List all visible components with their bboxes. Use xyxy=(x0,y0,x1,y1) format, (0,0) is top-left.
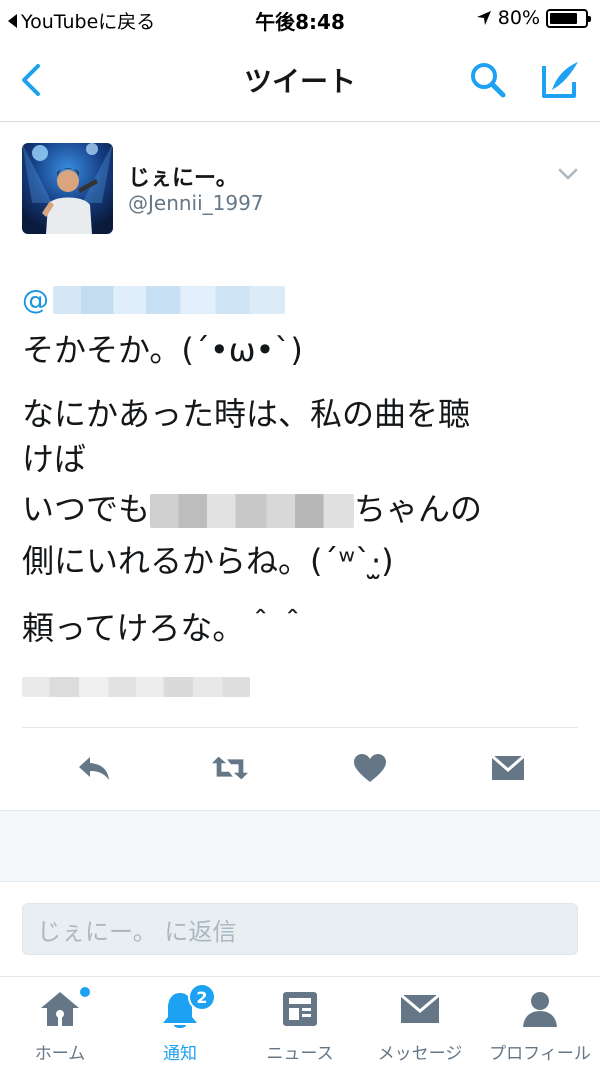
tweet-line-4: いつでも ちゃんの xyxy=(22,493,482,528)
profile-icon xyxy=(523,992,557,1027)
tweet-line-4-start: いつでも xyxy=(22,490,151,528)
mention-at: @ xyxy=(22,284,49,316)
reply-button[interactable] xyxy=(74,750,114,786)
news-icon xyxy=(283,992,317,1026)
reply-icon xyxy=(79,757,109,780)
tweet-line-4-end: ちゃんの xyxy=(354,490,483,528)
conversation-spacer xyxy=(0,810,600,882)
tab-label: ニュース xyxy=(266,1044,334,1064)
tab-label: メッセージ xyxy=(377,1044,463,1064)
like-button[interactable] xyxy=(350,750,390,786)
mention-line[interactable]: @ xyxy=(22,282,285,318)
tab-bar: ホーム 2 通知 ニュース メッセージ プロフィール xyxy=(0,976,600,1066)
tab-notifications[interactable]: 2 通知 xyxy=(120,977,240,1066)
compose-icon[interactable] xyxy=(538,58,582,102)
battery-fill xyxy=(550,12,578,24)
tweet-line-1: そかそか。(´•ω•`) xyxy=(22,331,303,369)
redacted-mention xyxy=(53,286,285,314)
message-icon xyxy=(400,993,440,1023)
tab-news[interactable]: ニュース xyxy=(240,977,360,1066)
user-handle[interactable]: @Jennii_1997 xyxy=(128,191,264,215)
redacted-name xyxy=(150,494,355,528)
notification-badge: 2 xyxy=(188,983,216,1011)
direct-message-icon xyxy=(491,754,525,780)
search-icon[interactable] xyxy=(468,60,508,100)
tab-messages[interactable]: メッセージ xyxy=(360,977,480,1066)
reply-input[interactable]: じぇにー。 に返信 xyxy=(22,903,578,955)
tab-label: ホーム xyxy=(34,1044,86,1064)
home-icon xyxy=(41,992,79,1026)
nav-bar: ツイート xyxy=(0,38,600,122)
tab-label: プロフィール xyxy=(489,1044,591,1064)
battery-icon xyxy=(546,8,591,28)
reply-placeholder: じぇにー。 に返信 xyxy=(37,917,237,946)
avatar[interactable] xyxy=(22,143,113,234)
retweet-icon xyxy=(211,756,249,780)
location-arrow-icon xyxy=(476,11,491,25)
tab-home[interactable]: ホーム xyxy=(0,977,120,1066)
tweet-line-5: 側にいれるからね。(´ʷ`‧̫) xyxy=(22,542,394,580)
tab-profile[interactable]: プロフィール xyxy=(480,977,600,1066)
battery-percent: 80% xyxy=(497,7,540,29)
direct-message-button[interactable] xyxy=(488,750,528,786)
chevron-down-icon[interactable] xyxy=(556,164,580,184)
tweet-line-3: けば xyxy=(22,440,87,478)
tab-label: 通知 xyxy=(163,1044,197,1064)
page-title: ツイート xyxy=(243,65,356,98)
like-icon xyxy=(354,754,386,782)
tweet-line-2: なにかあった時は、私の曲を聴 xyxy=(22,395,471,433)
display-name[interactable]: じぇにー。 xyxy=(128,160,238,192)
tweet-line-6: 頼ってけろな。＾＾ xyxy=(22,609,309,647)
avatar-photo xyxy=(22,143,113,234)
new-content-dot xyxy=(80,987,90,997)
retweet-button[interactable] xyxy=(210,750,250,786)
status-bar: YouTubeに戻る 午後8:48 80% xyxy=(0,0,600,38)
redacted-timestamp xyxy=(22,677,250,697)
divider xyxy=(22,727,578,728)
status-right: 80% xyxy=(476,7,591,29)
